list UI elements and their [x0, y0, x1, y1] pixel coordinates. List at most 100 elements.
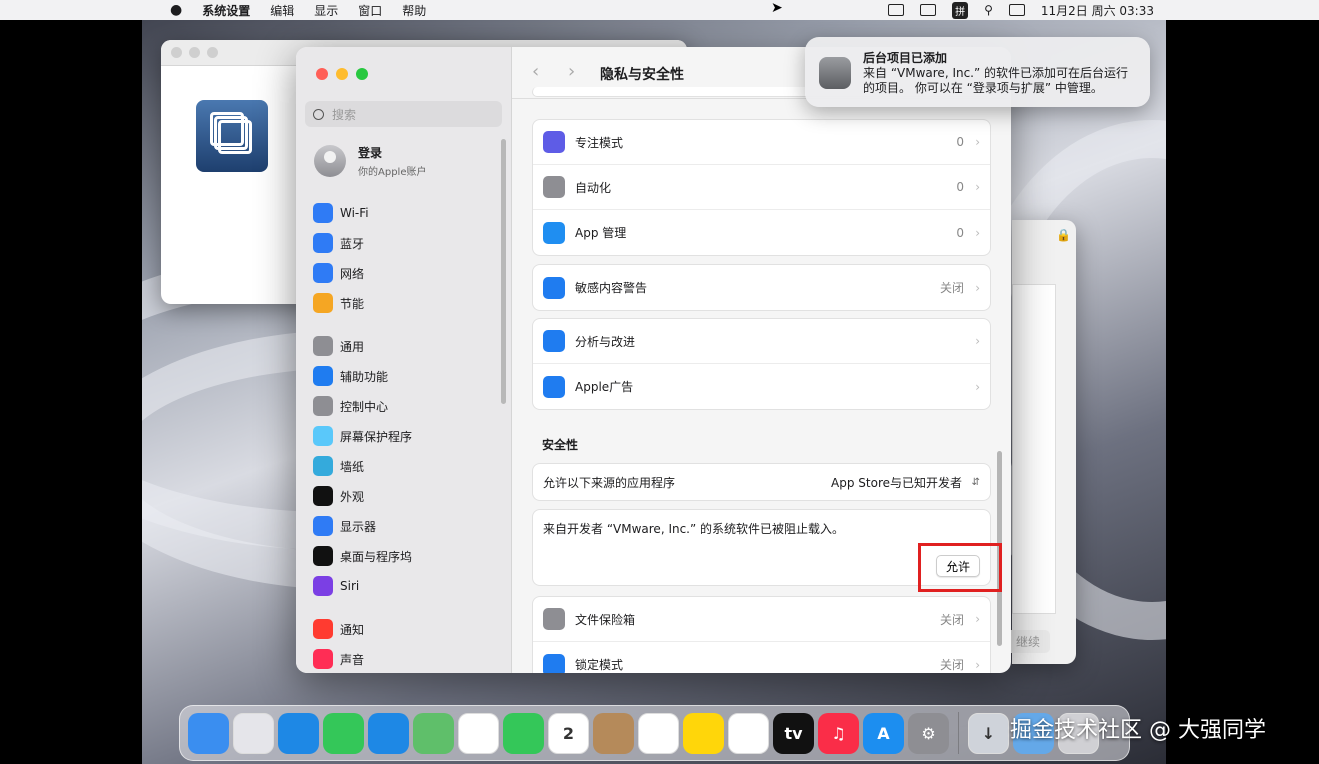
minimize-button[interactable] [336, 68, 348, 80]
sidebar-item-7[interactable]: 屏幕保护程序 [313, 426, 412, 446]
search-icon [313, 108, 324, 120]
sidebar-item-0[interactable]: Wi-Fi [313, 203, 369, 223]
photos-icon[interactable] [458, 712, 499, 754]
sidebar-item-3[interactable]: 节能 [313, 293, 364, 313]
close-button[interactable] [171, 47, 182, 58]
sidebar-item-label: 显示器 [340, 519, 377, 534]
page-title: 隐私与安全性 [600, 67, 684, 83]
menu-window[interactable]: 窗口 [348, 2, 392, 19]
moon-icon [543, 131, 565, 153]
appstore-icon[interactable]: A [863, 712, 904, 754]
facetime-icon[interactable] [503, 712, 544, 754]
search-placeholder: 搜索 [332, 107, 357, 122]
sidebar-item-2[interactable]: 网络 [313, 263, 364, 283]
highlight-box [918, 543, 1002, 592]
sidebar-item-12[interactable]: Siri [313, 576, 359, 596]
allow-apps-from-row[interactable]: 允许以下来源的应用程序 App Store与已知开发者 ⇵ [533, 464, 990, 500]
sidebar-item-1[interactable]: 蓝牙 [313, 233, 364, 253]
settings-row[interactable]: 文件保险箱 关闭 › [533, 597, 990, 642]
contacts-icon[interactable] [593, 712, 634, 754]
globe-icon [313, 263, 333, 283]
menu-help[interactable]: 帮助 [392, 2, 436, 19]
menu-clock[interactable]: 11月2日 周六 03:33 [1041, 2, 1154, 19]
sidebar-item-label: 网络 [340, 266, 365, 281]
settings-row[interactable]: Apple广告 › [533, 364, 990, 409]
sidebar-item-14[interactable]: 声音 [313, 649, 364, 669]
sidebar-item-9[interactable]: 外观 [313, 486, 364, 506]
messages-icon[interactable] [323, 712, 364, 754]
sidebar-item-11[interactable]: 桌面与程序坞 [313, 546, 412, 566]
settings-row-value: 关闭 [939, 658, 964, 672]
reminders-icon[interactable] [638, 712, 679, 754]
settings-group-2: 敏感内容警告 关闭 › [532, 264, 991, 311]
downloads-icon[interactable]: ↓ [968, 712, 1009, 754]
account-title: 登录 [358, 146, 383, 160]
finder-icon[interactable] [188, 712, 229, 754]
sidebar-item-label: Wi-Fi [340, 206, 369, 220]
spotlight-search-icon[interactable]: ⚲ [984, 3, 993, 17]
sidebar-item-6[interactable]: 控制中心 [313, 396, 388, 416]
accessibility-icon [313, 366, 333, 386]
menu-edit[interactable]: 编辑 [260, 2, 304, 19]
settings-row-value: 0 [956, 180, 964, 194]
background-window-panel [1012, 284, 1056, 614]
menu-bar: ● 系统设置 编辑 显示 窗口 帮助 拼 ⚲ 11月2日 周六 03:33 [0, 0, 1319, 20]
input-method-icon[interactable]: 拼 [952, 1, 969, 19]
zoom-button[interactable] [356, 68, 368, 80]
sidebar: 搜索 登录 你的Apple账户 Wi-Fi 蓝牙网络节能通用辅助功能控制中心屏幕保… [296, 47, 512, 673]
sidebar-item-13[interactable]: 通知 [313, 619, 364, 639]
sidebar-item-5[interactable]: 辅助功能 [313, 366, 388, 386]
notes-icon[interactable] [683, 712, 724, 754]
sidebar-item-10[interactable]: 显示器 [313, 516, 376, 536]
back-button[interactable]: ‹ [532, 61, 539, 82]
screen-mirroring-icon[interactable] [888, 4, 905, 16]
control-center-icon[interactable] [1008, 4, 1025, 16]
settings-row[interactable]: App 管理 0 › [533, 210, 990, 255]
sidebar-item-8[interactable]: 墙纸 [313, 456, 364, 476]
account-subtitle: 你的Apple账户 [358, 167, 427, 178]
launchpad-icon[interactable] [233, 712, 274, 754]
maps-icon[interactable] [413, 712, 454, 754]
settings-row-label: 专注模式 [575, 135, 624, 150]
window-icon[interactable] [920, 4, 937, 16]
search-input[interactable]: 搜索 [305, 101, 502, 127]
watermark: 掘金技术社区 @ 大强同学 [1010, 718, 1266, 743]
vmware-logo-icon [196, 100, 268, 172]
lock-icon: 🔒 [1056, 228, 1071, 242]
close-button[interactable] [316, 68, 328, 80]
sidebar-item-4[interactable]: 通用 [313, 336, 364, 356]
appletv-icon[interactable]: tv [773, 712, 814, 754]
settings-row-label: 自动化 [575, 180, 612, 195]
settings-row[interactable]: 锁定模式 关闭 › [533, 642, 990, 673]
settings-row-label: 分析与改进 [575, 334, 636, 349]
settings-row[interactable]: 专注模式 0 › [533, 120, 990, 165]
settings-row[interactable]: 自动化 0 › [533, 165, 990, 210]
bluetooth-icon [313, 233, 333, 253]
allow-apps-from-select[interactable]: App Store与已知开发者 [831, 474, 962, 491]
minimize-button[interactable] [189, 47, 200, 58]
zoom-button[interactable] [207, 47, 218, 58]
calendar-icon[interactable]: 2 [548, 712, 589, 754]
system-settings-icon[interactable]: ⚙ [908, 712, 949, 754]
wallpaper-icon [313, 456, 333, 476]
forward-button[interactable]: › [568, 61, 575, 82]
music-icon[interactable]: ♫ [818, 712, 859, 754]
apple-menu-icon[interactable]: ● [160, 2, 192, 18]
settings-row-value: 关闭 [939, 612, 964, 627]
menu-app-name[interactable]: 系统设置 [192, 2, 260, 19]
settings-row[interactable]: 分析与改进 › [533, 319, 990, 364]
settings-group-4: 文件保险箱 关闭 › 锁定模式 关闭 › [532, 596, 991, 673]
freeform-icon[interactable] [728, 712, 769, 754]
continue-button[interactable]: 继续 [1006, 630, 1051, 653]
notification-banner[interactable]: 后台项目已添加 来自 “VMware, Inc.” 的软件已添加可在后台运行的项… [805, 37, 1150, 107]
megaphone-icon [543, 375, 565, 398]
menu-view[interactable]: 显示 [304, 2, 348, 19]
appearance-icon [313, 486, 333, 506]
safari-icon[interactable] [278, 712, 319, 754]
mail-icon[interactable] [368, 712, 409, 754]
sidebar-item-label: 屏幕保护程序 [340, 429, 413, 444]
apple-account-item[interactable]: 登录 你的Apple账户 [314, 144, 426, 178]
sidebar-scrollbar[interactable] [501, 139, 506, 404]
settings-row-value: 关闭 [939, 281, 964, 295]
settings-row[interactable]: 敏感内容警告 关闭 › [533, 265, 990, 310]
